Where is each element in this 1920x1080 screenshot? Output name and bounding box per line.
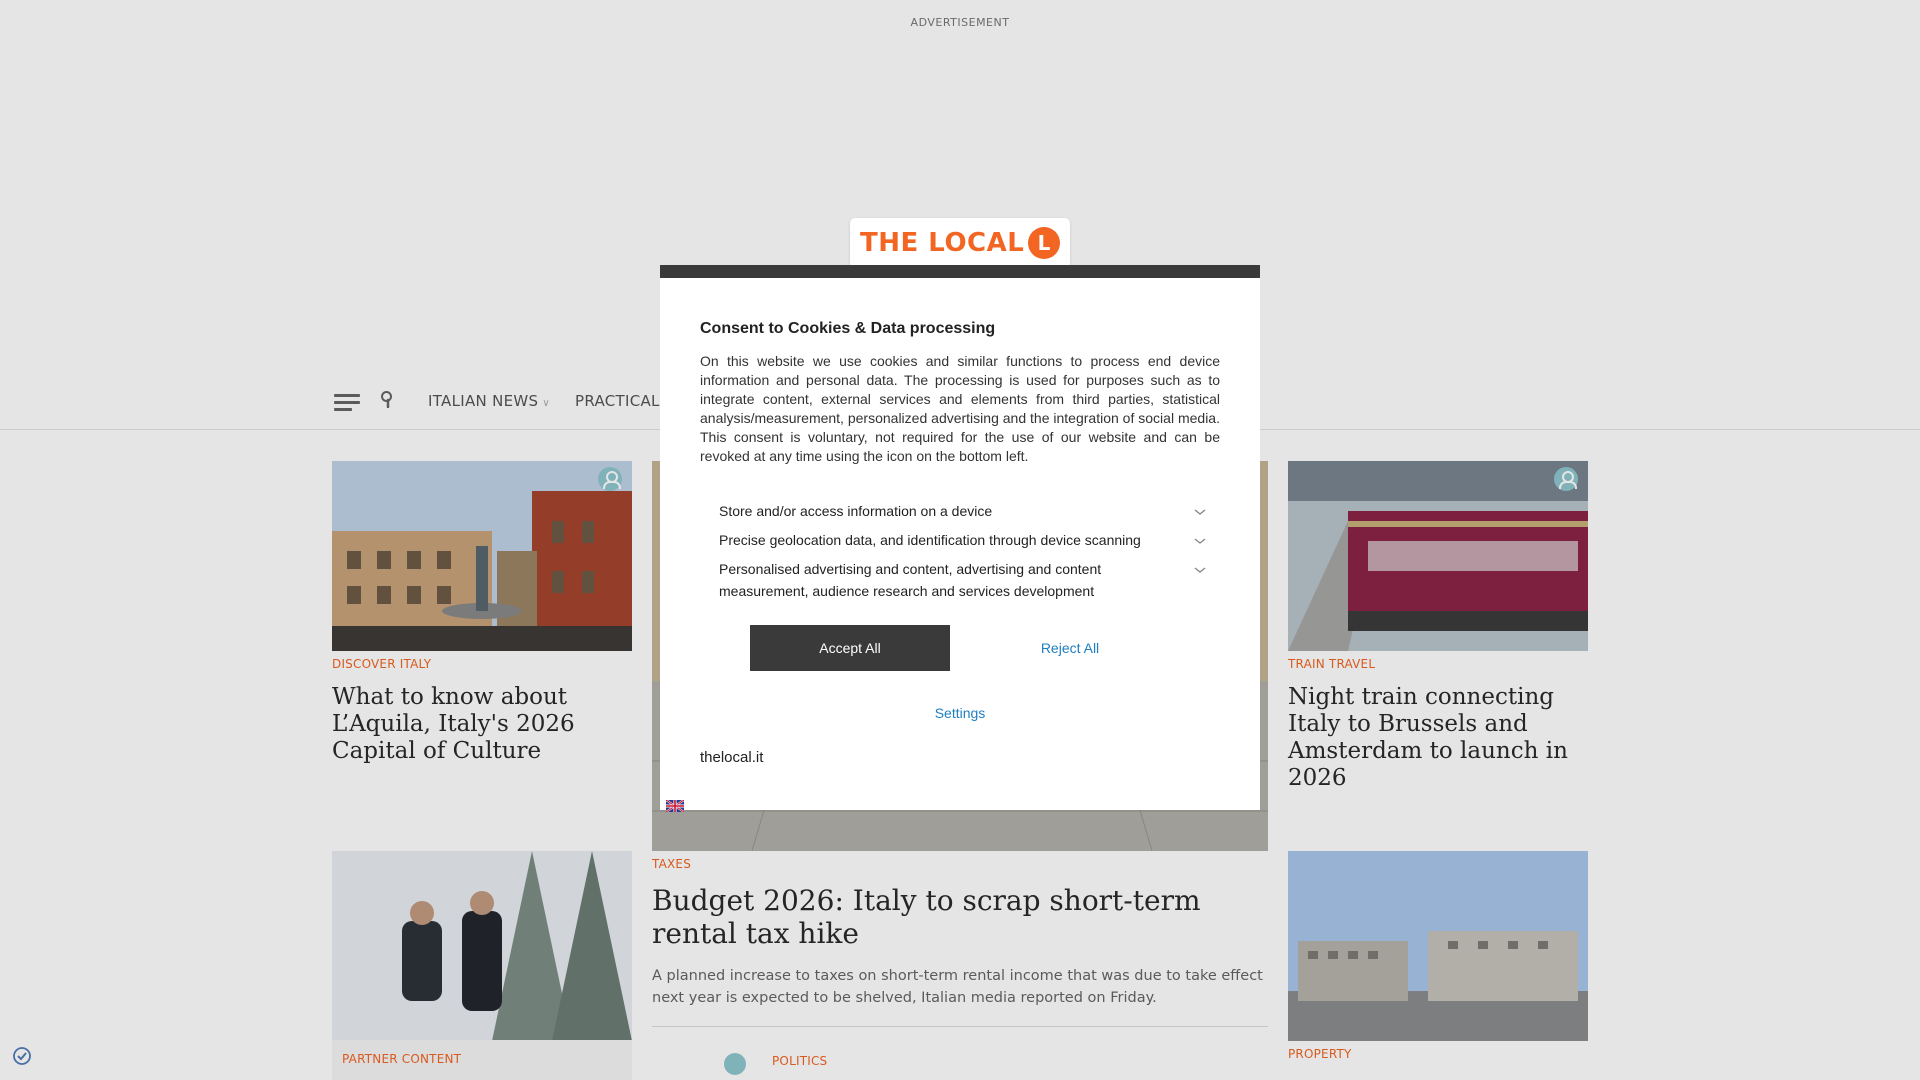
logo-text: THE LOCAL (860, 228, 1025, 258)
reject-all-button[interactable]: Reject All (970, 625, 1170, 671)
logo-mark-letter: L (1037, 231, 1051, 255)
purpose-item-advertising[interactable]: Personalised advertising and content, ad… (719, 558, 1179, 602)
purpose-item-geolocation[interactable]: Precise geolocation data, and identifica… (719, 529, 1179, 551)
purpose-label: Personalised advertising and content, ad… (719, 561, 1102, 599)
site-logo[interactable]: THE LOCAL L (850, 218, 1070, 268)
site-name: thelocal.it (700, 749, 764, 766)
consent-settings-icon[interactable] (12, 1046, 32, 1066)
settings-link[interactable]: Settings (660, 705, 1260, 721)
logo-mark-icon: L (1028, 227, 1060, 259)
purpose-label: Store and/or access information on a dev… (719, 503, 993, 519)
purpose-label: Precise geolocation data, and identifica… (719, 532, 1141, 548)
language-flag-icon[interactable] (666, 800, 684, 812)
consent-title: Consent to Cookies & Data processing (700, 320, 996, 337)
chevron-down-icon[interactable] (1193, 536, 1207, 546)
consent-dialog: Consent to Cookies & Data processing On … (660, 265, 1260, 812)
accept-all-button[interactable]: Accept All (750, 625, 950, 671)
purpose-item-storage[interactable]: Store and/or access information on a dev… (719, 500, 1179, 522)
chevron-down-icon[interactable] (1193, 565, 1207, 575)
chevron-down-icon[interactable] (1193, 507, 1207, 517)
consent-body: On this website we use cookies and simil… (700, 353, 1220, 464)
